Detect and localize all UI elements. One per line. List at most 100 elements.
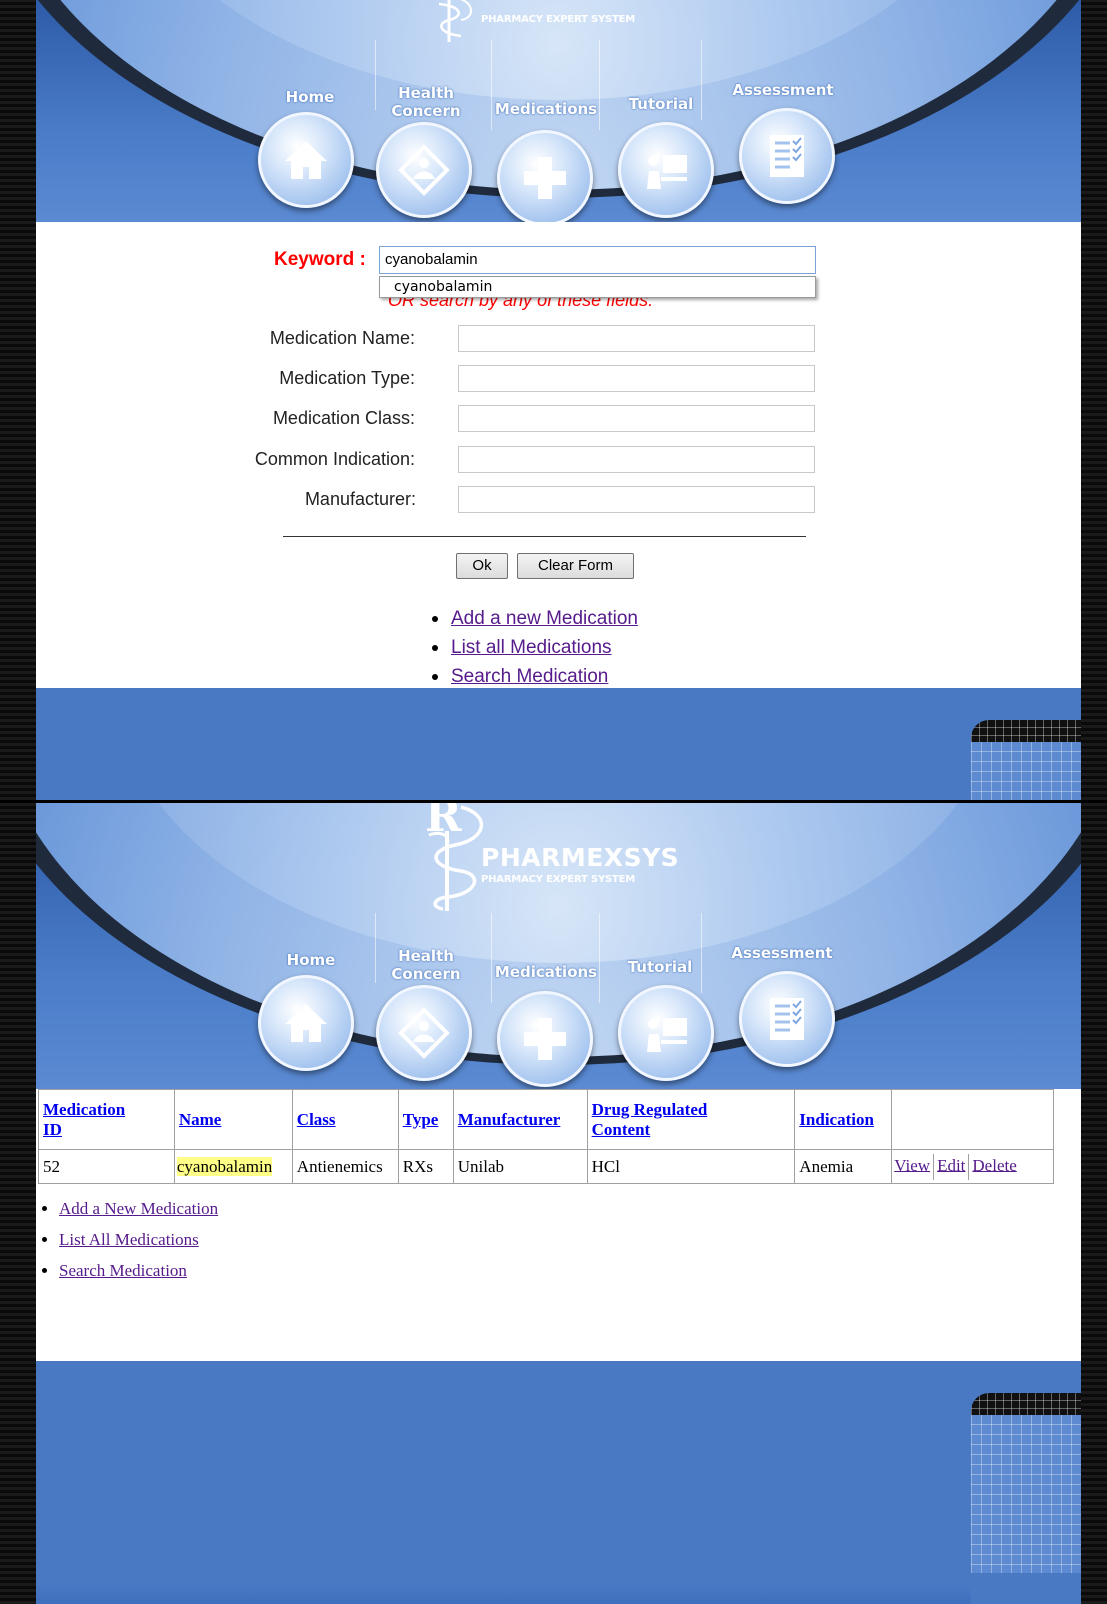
footer-grid-decoration — [971, 720, 1081, 800]
nav-tab-health-concern[interactable]: Health Concern — [366, 947, 486, 983]
medications-button[interactable] — [497, 991, 593, 1087]
field-row-medication-class: Medication Class: — [36, 405, 1081, 433]
nav-tab-health-concern-line2: Concern — [391, 102, 461, 120]
medication-type-input[interactable] — [458, 365, 815, 392]
field-row-common-indication: Common Indication: — [36, 446, 1081, 474]
medications-icon — [524, 1018, 566, 1060]
tutorial-icon — [647, 155, 687, 189]
list-item: Search Medication — [432, 662, 638, 691]
sort-medication-id-link[interactable]: Medication ID — [43, 1100, 125, 1139]
col-header-manufacturer: Manufacturer — [452, 1089, 588, 1150]
cell-drug-regulated-content: HCl — [586, 1149, 796, 1184]
manufacturer-input[interactable] — [458, 486, 815, 513]
keyword-label: Keyword : — [274, 249, 366, 270]
assessment-button[interactable] — [739, 971, 835, 1067]
nav-tab-medications[interactable]: Medications — [486, 100, 606, 118]
assessment-button[interactable] — [739, 108, 835, 204]
page-frame: R PHARMEXSYS PHARMACY EXPERT SYSTEM Home… — [36, 803, 1081, 1604]
sort-indication-link[interactable]: Indication — [799, 1110, 874, 1129]
tutorial-button[interactable] — [618, 122, 714, 218]
medications-button[interactable] — [497, 130, 593, 222]
cell-medication-id: 52 — [38, 1149, 175, 1184]
nav-tab-tutorial[interactable]: Tutorial — [600, 958, 720, 976]
sort-name-link[interactable]: Name — [179, 1110, 221, 1129]
edit-link[interactable]: Edit — [937, 1155, 965, 1174]
assessment-icon — [770, 135, 804, 177]
search-results-area: Medication ID Name Class Type Manufacture… — [36, 1089, 1081, 1361]
nav-tab-medications[interactable]: Medications — [486, 963, 606, 981]
health-concern-button[interactable] — [376, 122, 472, 218]
tutorial-button[interactable] — [618, 985, 714, 1081]
add-new-medication-link[interactable]: Add a new Medication — [451, 608, 638, 629]
site-header: PHARMACY EXPERT SYSTEM Home Health Conce… — [36, 0, 1081, 222]
nav-tab-home[interactable]: Home — [250, 88, 370, 106]
cell-class: Antienemics — [291, 1149, 399, 1184]
form-divider — [283, 536, 806, 537]
medication-name-input[interactable] — [458, 325, 815, 352]
col-header-drug-regulated-content: Drug Regulated Content — [586, 1089, 796, 1150]
health-concern-button[interactable] — [376, 985, 472, 1081]
list-item: List All Medications — [40, 1224, 218, 1255]
keyword-input[interactable]: cyanobalamin — [379, 246, 816, 274]
home-button[interactable] — [258, 975, 354, 1071]
medication-type-label: Medication Type: — [279, 368, 415, 388]
brand-name: PHARMEXSYS — [481, 843, 680, 872]
footer-bar — [36, 1582, 971, 1604]
field-row-medication-name: Medication Name: — [36, 325, 1081, 353]
nav-tab-health-concern[interactable]: Health Concern — [366, 84, 486, 120]
medication-links: Add a new Medication List all Medication… — [432, 604, 638, 691]
sort-manufacturer-link[interactable]: Manufacturer — [458, 1110, 561, 1129]
col-header-class: Class — [291, 1089, 399, 1150]
list-all-medications-link[interactable]: List All Medications — [59, 1230, 199, 1249]
logo[interactable]: PHARMACY EXPERT SYSTEM — [431, 0, 691, 48]
nav-tab-assessment[interactable]: Assessment — [723, 81, 843, 99]
field-row-manufacturer: Manufacturer: — [36, 486, 1081, 514]
search-medication-link[interactable]: Search Medication — [451, 666, 608, 687]
clear-form-button[interactable]: Clear Form — [517, 553, 634, 579]
ok-button[interactable]: Ok — [456, 553, 508, 579]
home-button[interactable] — [258, 112, 354, 208]
cell-type: RXs — [397, 1149, 454, 1184]
logo[interactable]: R PHARMEXSYS PHARMACY EXPERT SYSTEM — [421, 803, 691, 915]
screenshot-panel-search: PHARMACY EXPERT SYSTEM Home Health Conce… — [0, 0, 1107, 800]
screenshot-panel-results: R PHARMEXSYS PHARMACY EXPERT SYSTEM Home… — [0, 803, 1107, 1604]
list-item: Search Medication — [40, 1255, 218, 1286]
col-header-actions — [891, 1089, 1054, 1150]
brand-subtitle: PHARMACY EXPERT SYSTEM — [481, 14, 635, 25]
footer-grid-decoration — [971, 1393, 1081, 1573]
nav-tab-health-concern-line2: Concern — [391, 965, 461, 983]
keyword-autocomplete-suggestion[interactable]: cyanobalamin — [379, 276, 816, 298]
add-new-medication-link[interactable]: Add a New Medication — [59, 1199, 218, 1218]
nav-tab-health-concern-line1: Health — [398, 84, 454, 102]
page-frame: PHARMACY EXPERT SYSTEM Home Health Conce… — [36, 0, 1081, 800]
nav-tab-assessment[interactable]: Assessment — [722, 944, 842, 962]
medication-results-table: Medication ID Name Class Type Manufacture… — [38, 1089, 1054, 1184]
nav-tab-home[interactable]: Home — [251, 951, 371, 969]
medication-class-input[interactable] — [458, 405, 815, 432]
col-header-medication-id: Medication ID — [38, 1089, 175, 1150]
view-link[interactable]: View — [894, 1155, 930, 1174]
list-item: Add a new Medication — [432, 604, 638, 633]
common-indication-input[interactable] — [458, 446, 815, 473]
cell-manufacturer: Unilab — [452, 1149, 588, 1184]
list-item: Add a New Medication — [40, 1193, 218, 1224]
list-all-medications-link[interactable]: List all Medications — [451, 637, 612, 658]
search-medication-form: Keyword : cyanobalamin OR search by any … — [36, 222, 1081, 688]
sort-type-link[interactable]: Type — [403, 1110, 439, 1129]
medication-name-label: Medication Name: — [269, 328, 415, 348]
cell-indication: Anemia — [794, 1149, 893, 1184]
highlighted-search-match: cyanobalamin — [176, 1156, 273, 1176]
medications-icon — [524, 157, 566, 199]
assessment-icon — [770, 998, 804, 1040]
search-medication-link[interactable]: Search Medication — [59, 1261, 187, 1280]
table-row: 52 cyanobalamin Antienemics RXs Unilab H… — [38, 1149, 1054, 1184]
sort-class-link[interactable]: Class — [297, 1110, 336, 1129]
medication-links: Add a New Medication List All Medication… — [40, 1193, 218, 1286]
home-icon — [285, 1004, 327, 1042]
brand-subtitle: PHARMACY EXPERT SYSTEM — [481, 874, 635, 885]
site-header: R PHARMEXSYS PHARMACY EXPERT SYSTEM Home… — [36, 803, 1081, 1089]
caduceus-logo-icon — [438, 0, 472, 42]
nav-tab-tutorial[interactable]: Tutorial — [601, 95, 721, 113]
delete-link[interactable]: Delete — [972, 1155, 1016, 1174]
sort-drug-regulated-content-link[interactable]: Drug Regulated Content — [592, 1100, 708, 1139]
